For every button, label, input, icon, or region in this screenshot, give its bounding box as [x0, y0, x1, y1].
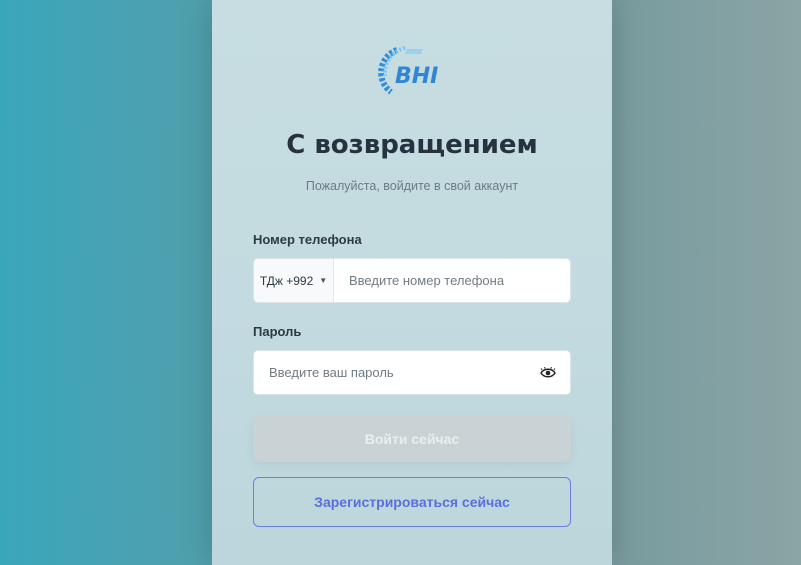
register-button[interactable]: Зарегистрироваться сейчас [253, 477, 571, 527]
password-field [253, 350, 571, 395]
password-input[interactable] [254, 351, 540, 394]
login-card: BHI С возвращением Пожалуйста, войдите в… [212, 0, 612, 565]
eye-icon[interactable] [540, 367, 556, 379]
brand-logo: BHI [377, 46, 455, 98]
login-button[interactable]: Войти сейчас [253, 416, 571, 462]
page-subtitle: Пожалуйста, войдите в свой аккаунт [212, 179, 612, 193]
phone-label: Номер телефона [253, 232, 362, 247]
phone-field: ТДж +992 ▼ [253, 258, 571, 303]
chevron-down-icon: ▼ [319, 276, 327, 285]
password-label: Пароль [253, 324, 301, 339]
logo-text: BHI [395, 64, 438, 89]
page-title: С возвращением [212, 130, 612, 160]
phone-input[interactable] [334, 259, 570, 302]
country-code-select[interactable]: ТДж +992 ▼ [254, 259, 334, 302]
country-code-value: ТДж +992 [260, 274, 313, 288]
background-right [612, 0, 801, 565]
background-left [0, 0, 212, 565]
